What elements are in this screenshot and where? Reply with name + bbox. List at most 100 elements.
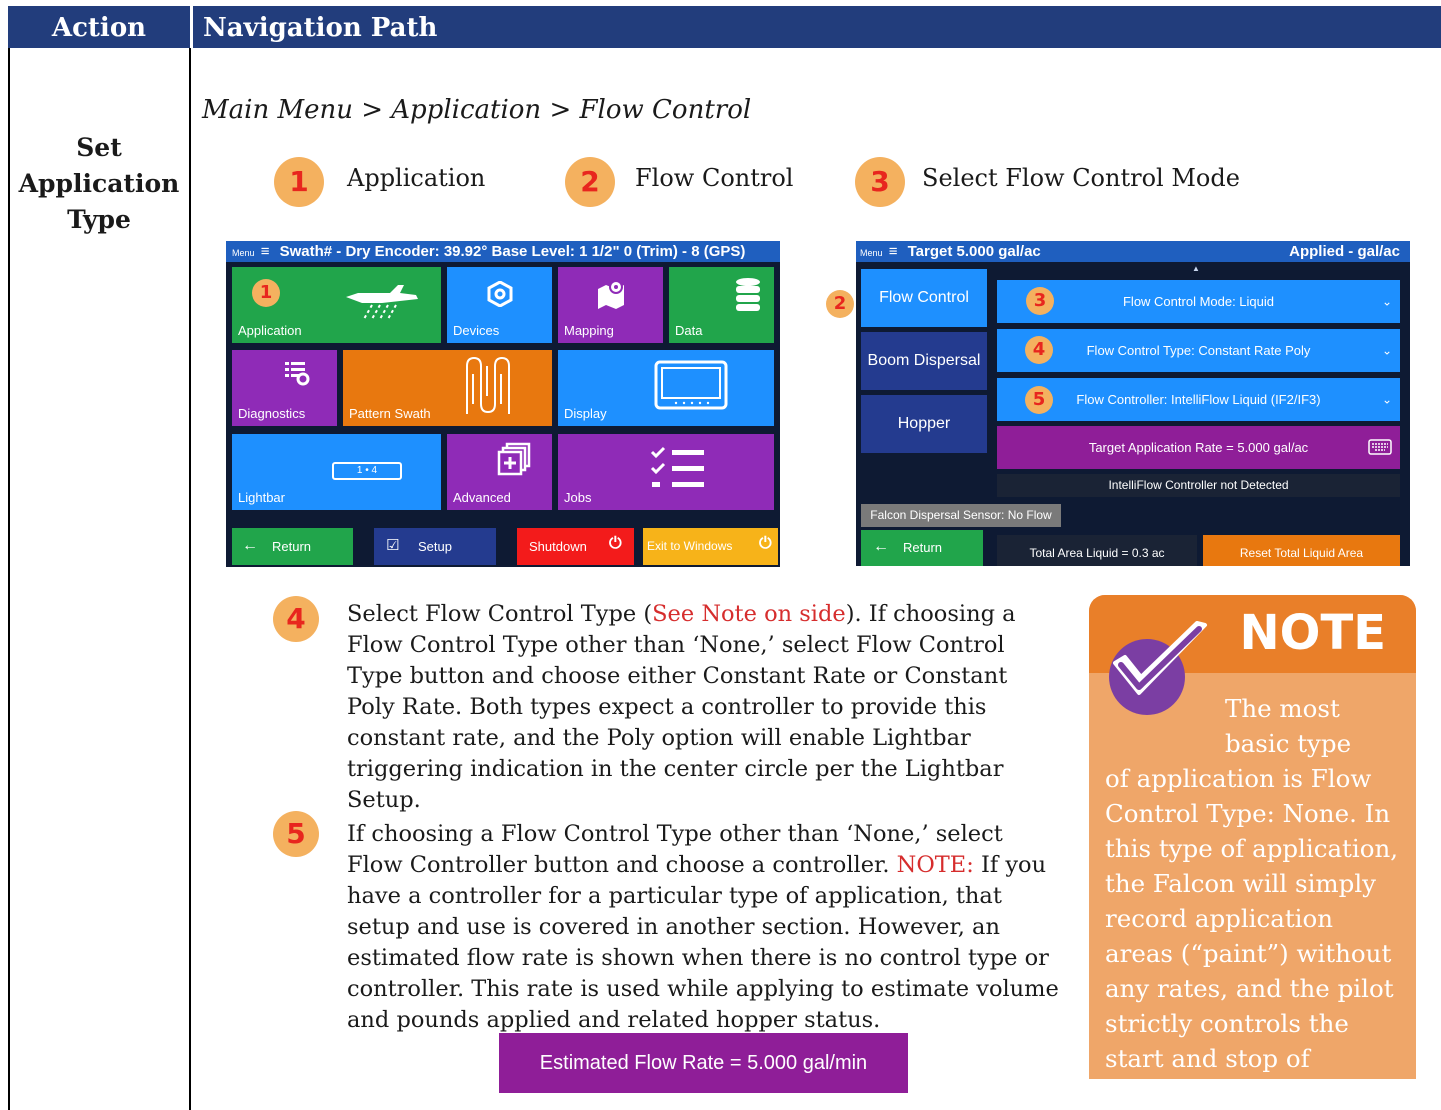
step-4-description: Select Flow Control Type (See Note on si…: [347, 599, 1059, 816]
pattern-icon: [466, 356, 510, 414]
header-action: Action: [51, 13, 147, 43]
flow-control-mode-value: Flow Control Mode: Liquid: [1122, 294, 1275, 309]
flow-control-type-value: Flow Control Type: Constant Rate Poly: [1086, 343, 1311, 358]
controller-status: IntelliFlow Controller not Detected: [997, 474, 1400, 497]
tile-diagnostics[interactable]: Diagnostics: [232, 350, 337, 426]
map-icon: [598, 280, 624, 309]
tile-label: Lightbar: [238, 490, 285, 505]
database-icon: [736, 278, 760, 311]
menu-label: Menu: [860, 248, 883, 258]
step-3-marker: 3: [1026, 287, 1054, 315]
tile-mapping[interactable]: Mapping: [558, 267, 663, 343]
note-body: The most basic type of application is Fl…: [1105, 691, 1405, 1079]
table-left-border: [8, 48, 10, 1110]
target-rate-label: Target Application Rate = 5.000 gal/ac: [1088, 440, 1309, 455]
tile-lightbar[interactable]: 1 • 4 Lightbar: [232, 434, 441, 510]
hamburger-icon[interactable]: ≡: [889, 243, 898, 260]
tile-display[interactable]: Display: [558, 350, 774, 426]
setup-button[interactable]: ☑ Setup: [374, 528, 496, 565]
hamburger-icon[interactable]: ≡: [261, 243, 270, 260]
shutdown-button[interactable]: Shutdown ⏻: [517, 528, 634, 565]
step-4-marker: 4: [1025, 336, 1053, 364]
tile-application[interactable]: 1 Application: [232, 267, 441, 343]
header-navigation-path: Navigation Path: [203, 13, 438, 43]
diagnostics-icon: [285, 362, 310, 386]
row-action-title: Set Application Type: [18, 133, 180, 234]
applied-header: Applied - gal/ac: [1289, 243, 1400, 260]
return-button[interactable]: ← Return: [861, 530, 983, 566]
step-5-marker: 5: [1025, 386, 1053, 414]
note-line-2: basic type: [1225, 729, 1352, 758]
step-5-badge: 5: [273, 811, 319, 857]
side-tab-flow-control[interactable]: Flow Control: [861, 269, 987, 327]
chevron-down-icon: ⌄: [1381, 343, 1392, 357]
step-1-badge: 1: [274, 157, 324, 207]
table-header: Action Navigation Path: [8, 6, 1441, 48]
step-5-text-end: If you have a controller for a particula…: [347, 852, 1059, 1033]
step-2-label: Flow Control: [635, 164, 794, 192]
airplane-icon: [346, 285, 418, 320]
tile-advanced[interactable]: Advanced: [447, 434, 552, 510]
side-tab-boom-dispersal[interactable]: Boom Dispersal: [861, 332, 987, 390]
flow-control-type-select[interactable]: 4 Flow Control Type: Constant Rate Poly …: [997, 329, 1400, 372]
flow-controller-value: Flow Controller: IntelliFlow Liquid (IF2…: [1076, 392, 1321, 407]
step-3-label: Select Flow Control Mode: [922, 164, 1240, 192]
header-divider: [190, 6, 193, 48]
dispersal-sensor-status: Falcon Dispersal Sensor: No Flow: [861, 504, 1061, 527]
step-1-marker: 1: [252, 279, 280, 307]
tile-label: Pattern Swath: [349, 406, 431, 421]
arrow-left-icon: ←: [873, 538, 889, 555]
return-button[interactable]: ← Return: [232, 528, 353, 565]
main-menu-screenshot: Menu ≡ Swath# - Dry Encoder: 39.92° Base…: [226, 241, 780, 567]
tile-label: Jobs: [564, 490, 592, 505]
step-3-badge: 3: [855, 157, 905, 207]
tile-label: Diagnostics: [238, 406, 306, 421]
note-box: NOTE The most basic type of application …: [1089, 595, 1416, 1079]
step-4-badge: 4: [273, 596, 319, 642]
advanced-icon: [497, 442, 531, 476]
step-2-badge: 2: [565, 157, 615, 207]
status-bar: Menu ≡ Target 5.000 gal/ac Applied - gal…: [856, 241, 1410, 262]
tile-pattern-swath[interactable]: Pattern Swath: [343, 350, 552, 426]
tile-data[interactable]: Data: [669, 267, 774, 343]
gear-icon: [487, 281, 513, 307]
checkbox-icon: ☑: [386, 537, 400, 554]
setup-label: Setup: [418, 539, 452, 554]
keyboard-icon: [1368, 439, 1392, 455]
tile-label: Advanced: [453, 490, 511, 505]
flow-controller-select[interactable]: 5 Flow Controller: IntelliFlow Liquid (I…: [997, 378, 1400, 421]
navigation-path: Main Menu > Application > Flow Control: [202, 95, 752, 125]
side-tab-hopper[interactable]: Hopper: [861, 395, 987, 453]
menu-label: Menu: [232, 248, 255, 258]
tile-label: Display: [564, 406, 607, 421]
total-area-liquid: Total Area Liquid = 0.3 ac: [997, 535, 1197, 566]
reset-total-liquid-area-button[interactable]: Reset Total Liquid Area: [1203, 535, 1400, 566]
tile-label: Devices: [453, 323, 500, 338]
monitor-icon: [654, 360, 728, 410]
see-note-link[interactable]: See Note on side: [652, 601, 846, 627]
target-rate-header: Target 5.000 gal/ac: [907, 243, 1041, 260]
power-icon: ⏻: [609, 535, 622, 552]
checklist-icon: [650, 446, 704, 487]
shutdown-label: Shutdown: [529, 539, 587, 554]
chevron-down-icon: ⌄: [1381, 392, 1392, 406]
scroll-up-icon[interactable]: ▲: [1192, 264, 1200, 273]
note-line-rest: of application is Flow Control Type: Non…: [1105, 764, 1399, 1073]
flow-control-mode-select[interactable]: 3 Flow Control Mode: Liquid ⌄: [997, 280, 1400, 323]
tile-label: Data: [675, 323, 703, 338]
return-label: Return: [903, 540, 943, 555]
tile-label: Application: [238, 323, 302, 338]
estimated-flow-rate-button[interactable]: Estimated Flow Rate = 5.000 gal/min: [499, 1033, 908, 1093]
status-bar: Menu ≡ Swath# - Dry Encoder: 39.92° Base…: [226, 241, 780, 262]
tile-jobs[interactable]: Jobs: [558, 434, 774, 510]
step-4-text-end: ). If choosing a Flow Control Type other…: [347, 601, 1016, 813]
chevron-down-icon: ⌄: [1381, 294, 1392, 308]
tile-devices[interactable]: Devices: [447, 267, 552, 343]
step-2-marker: 2: [826, 290, 854, 318]
table-column-divider: [189, 48, 191, 1110]
note-title: NOTE: [1239, 605, 1386, 661]
exit-to-windows-button[interactable]: Exit to Windows ⏻: [643, 528, 778, 565]
target-application-rate-button[interactable]: Target Application Rate = 5.000 gal/ac: [997, 426, 1400, 469]
note-label: NOTE:: [896, 852, 974, 878]
exit-label: Exit to Windows: [647, 539, 733, 553]
